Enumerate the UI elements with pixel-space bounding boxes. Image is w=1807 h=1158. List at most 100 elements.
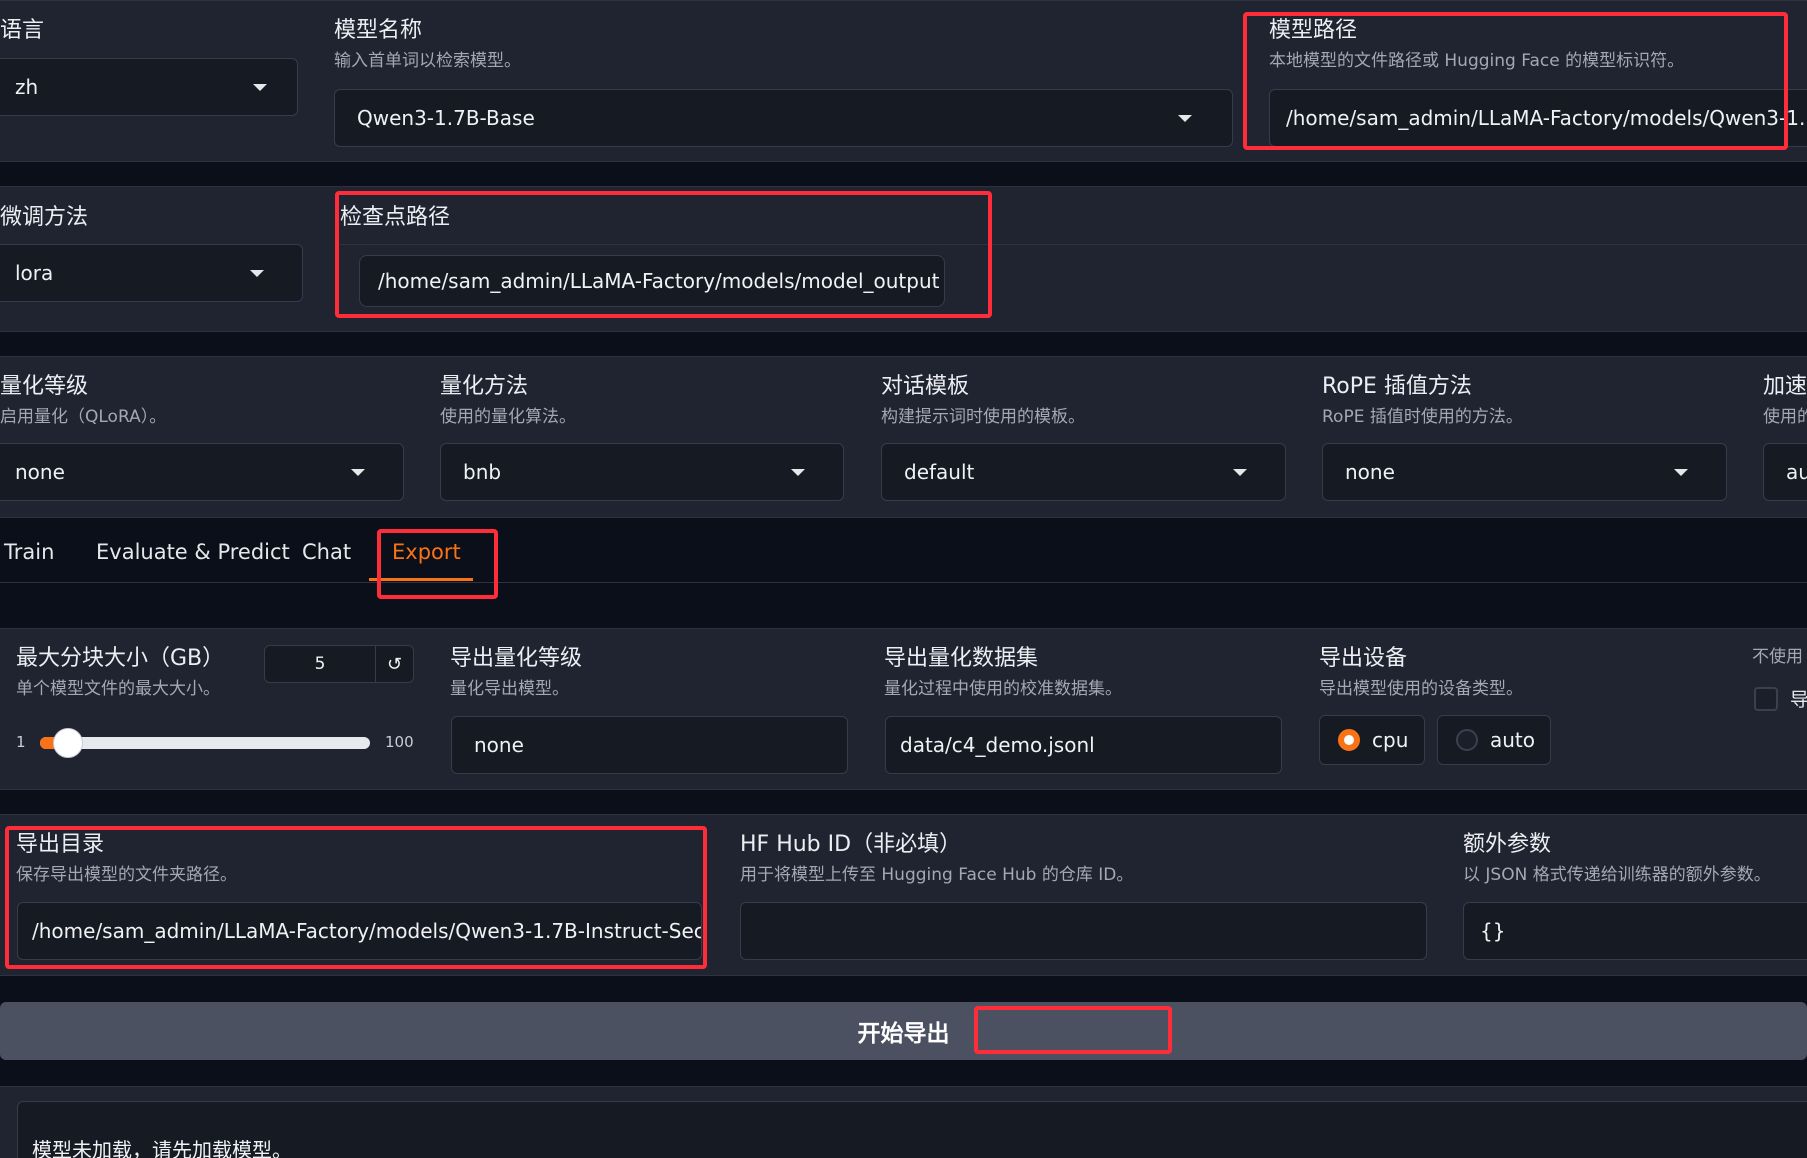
quant-method-value: bnb xyxy=(463,460,502,484)
chevron-down-icon xyxy=(1233,469,1247,476)
tab-evaluate-predict[interactable]: Evaluate & Predict xyxy=(96,540,290,564)
finetune-panel: 微调方法 lora 检查点路径 /home/sam_admin/LLaMA-Fa… xyxy=(0,186,1807,332)
booster-field: 加速 使用的 xyxy=(1763,373,1807,429)
legacy-format-checkbox[interactable] xyxy=(1754,687,1778,711)
max-shard-label: 最大分块大小（GB） xyxy=(16,646,225,671)
radio-selected-icon xyxy=(1338,729,1360,751)
rope-select[interactable]: none xyxy=(1322,443,1727,501)
export-dir-input[interactable]: /home/sam_admin/LLaMA-Factory/models/Qwe… xyxy=(17,902,702,960)
booster-value: au xyxy=(1786,460,1807,484)
extra-args-label: 额外参数 xyxy=(1463,832,1552,857)
export-dir-label: 导出目录 xyxy=(16,832,105,857)
llama-factory-webui: 语言 zh 模型名称 输入首单词以检索模型。 Qwen3-1.7B-Base 模… xyxy=(0,0,1807,1158)
tab-chat[interactable]: Chat xyxy=(302,540,351,564)
export-device-field: 导出设备 导出模型使用的设备类型。 xyxy=(1319,645,1523,701)
finetune-method-label: 微调方法 xyxy=(0,205,89,230)
hub-id-label: HF Hub ID（非必填） xyxy=(740,832,962,857)
hub-id-field: HF Hub ID（非必填） 用于将模型上传至 Hugging Face Hub… xyxy=(740,831,1133,887)
quant-method-field: 量化方法 使用的量化算法。 xyxy=(440,373,576,429)
output-text: 模型未加载，请先加载模型。 xyxy=(32,1138,292,1158)
model-path-label: 模型路径 xyxy=(1269,18,1358,43)
max-shard-info: 单个模型文件的最大大小。 xyxy=(16,679,220,699)
output-box: 模型未加载，请先加载模型。 xyxy=(17,1101,1807,1158)
chevron-down-icon xyxy=(351,469,365,476)
hub-id-info: 用于将模型上传至 Hugging Face Hub 的仓库 ID。 xyxy=(740,865,1134,885)
checkpoint-path-token[interactable]: /home/sam_admin/LLaMA-Factory/models/mod… xyxy=(359,255,945,307)
active-tab-underline xyxy=(369,578,473,581)
quant-method-label: 量化方法 xyxy=(440,374,529,399)
legacy-format-checkbox-label: 导 xyxy=(1790,689,1807,711)
export-quant-bit-select[interactable]: none xyxy=(451,716,848,774)
language-select[interactable]: zh xyxy=(0,58,298,116)
slider-min-label: 1 xyxy=(16,733,26,751)
template-select[interactable]: default xyxy=(881,443,1286,501)
quant-level-label: 量化等级 xyxy=(0,374,89,399)
tab-train[interactable]: Train xyxy=(4,540,54,564)
model-path-input[interactable]: /home/sam_admin/LLaMA-Factory/models/Qwe… xyxy=(1269,89,1807,147)
export-device-option-label: auto xyxy=(1490,728,1536,752)
language-value: zh xyxy=(15,75,39,99)
export-device-label: 导出设备 xyxy=(1319,646,1408,671)
slider-thumb[interactable] xyxy=(53,728,83,758)
booster-select[interactable]: au xyxy=(1763,443,1807,501)
rope-label: RoPE 插值方法 xyxy=(1322,374,1472,399)
template-info: 构建提示词时使用的模板。 xyxy=(881,407,1085,427)
extra-args-field: 额外参数 以 JSON 格式传递给训练器的额外参数。 xyxy=(1463,831,1771,887)
tab-divider xyxy=(0,582,1807,583)
output-panel: 模型未加载，请先加载模型。 xyxy=(0,1086,1807,1158)
chevron-down-icon xyxy=(1178,115,1192,122)
template-label: 对话模板 xyxy=(881,374,970,399)
export-quant-bit-info: 量化导出模型。 xyxy=(450,679,569,699)
language-label: 语言 xyxy=(0,18,45,43)
template-field: 对话模板 构建提示词时使用的模板。 xyxy=(881,373,1085,429)
export-quant-dataset-info: 量化过程中使用的校准数据集。 xyxy=(884,679,1122,699)
quant-level-info: 启用量化（QLoRA）。 xyxy=(0,407,167,427)
export-quant-dataset-input[interactable]: data/c4_demo.jsonl xyxy=(885,716,1282,774)
rope-field: RoPE 插值方法 RoPE 插值时使用的方法。 xyxy=(1322,373,1523,429)
language-field: 语言 xyxy=(0,17,44,45)
hub-id-input[interactable] xyxy=(740,902,1427,960)
reset-icon[interactable]: ↺ xyxy=(375,646,413,682)
divider xyxy=(340,244,1807,245)
model-settings-panel: 语言 zh 模型名称 输入首单词以检索模型。 Qwen3-1.7B-Base 模… xyxy=(0,0,1807,162)
extra-args-info: 以 JSON 格式传递给训练器的额外参数。 xyxy=(1463,865,1771,885)
export-dir-field: 导出目录 保存导出模型的文件夹路径。 xyxy=(16,831,237,887)
start-export-button[interactable]: 开始导出 xyxy=(0,1002,1807,1060)
export-device-option-label: cpu xyxy=(1372,728,1409,752)
extra-args-value: {} xyxy=(1480,919,1506,943)
finetune-method-select[interactable]: lora xyxy=(0,244,303,302)
checkpoint-path-field: 检查点路径 xyxy=(340,204,450,232)
export-quant-dataset-label: 导出量化数据集 xyxy=(884,646,1039,671)
export-target-panel: 导出目录 保存导出模型的文件夹路径。 /home/sam_admin/LLaMA… xyxy=(0,814,1807,976)
quant-level-field: 量化等级 启用量化（QLoRA）。 xyxy=(0,373,166,429)
export-quant-dataset-value: data/c4_demo.jsonl xyxy=(900,733,1095,757)
max-shard-slider[interactable] xyxy=(40,728,370,758)
checkpoint-path-label: 检查点路径 xyxy=(340,205,451,230)
quant-level-select[interactable]: none xyxy=(0,443,404,501)
rope-value: none xyxy=(1345,460,1395,484)
model-name-select[interactable]: Qwen3-1.7B-Base xyxy=(334,89,1233,147)
advanced-model-panel: 量化等级 启用量化（QLoRA）。 none 量化方法 使用的量化算法。 bnb… xyxy=(0,356,1807,518)
chevron-down-icon xyxy=(791,469,805,476)
extra-args-input[interactable]: {} xyxy=(1463,902,1807,960)
model-path-field: 模型路径 本地模型的文件路径或 Hugging Face 的模型标识符。 xyxy=(1269,17,1684,73)
export-quant-dataset-field: 导出量化数据集 量化过程中使用的校准数据集。 xyxy=(884,645,1122,701)
export-device-info: 导出模型使用的设备类型。 xyxy=(1319,679,1523,699)
model-name-info: 输入首单词以检索模型。 xyxy=(334,51,521,71)
max-shard-field: 最大分块大小（GB） 单个模型文件的最大大小。 xyxy=(16,645,224,701)
max-shard-number[interactable]: 5 ↺ xyxy=(264,645,414,683)
max-shard-value: 5 xyxy=(314,654,326,674)
legacy-format-label: 不使用 xyxy=(1752,647,1803,667)
slider-max-label: 100 xyxy=(385,733,414,751)
chevron-down-icon xyxy=(250,270,264,277)
export-device-option-cpu[interactable]: cpu xyxy=(1319,715,1425,765)
model-path-value: /home/sam_admin/LLaMA-Factory/models/Qwe… xyxy=(1286,106,1807,130)
export-device-option-auto[interactable]: auto xyxy=(1437,715,1551,765)
quant-method-select[interactable]: bnb xyxy=(440,443,844,501)
finetune-method-value: lora xyxy=(15,261,54,285)
radio-unselected-icon xyxy=(1456,729,1478,751)
tab-export[interactable]: Export xyxy=(392,540,461,564)
model-path-info: 本地模型的文件路径或 Hugging Face 的模型标识符。 xyxy=(1269,51,1685,71)
export-dir-info: 保存导出模型的文件夹路径。 xyxy=(16,865,237,885)
quant-level-value: none xyxy=(15,460,65,484)
